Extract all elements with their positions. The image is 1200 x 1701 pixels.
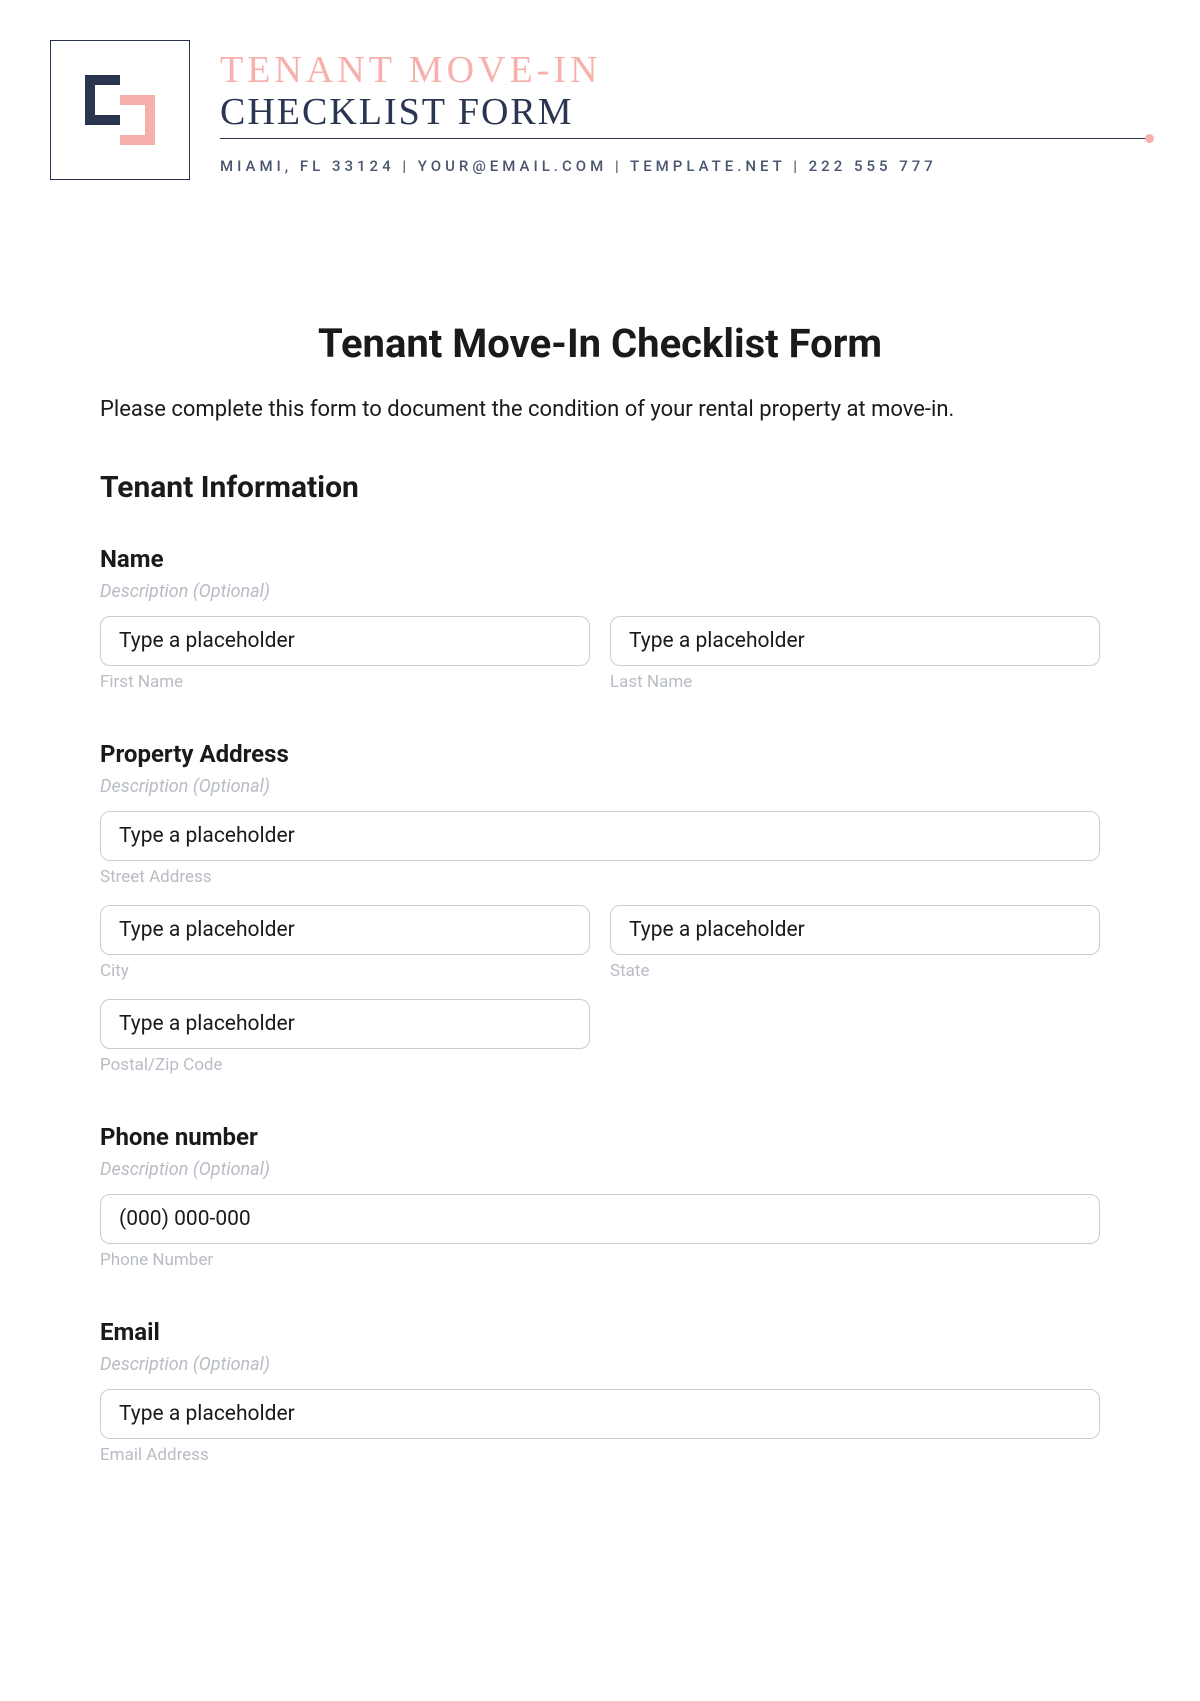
field-property-address: Property Address Description (Optional) …	[100, 740, 1100, 1075]
city-sublabel: City	[100, 961, 590, 981]
address-description: Description (Optional)	[100, 776, 1100, 797]
phone-label: Phone number	[100, 1123, 1100, 1151]
name-description: Description (Optional)	[100, 581, 1100, 602]
form-intro: Please complete this form to document th…	[100, 397, 1100, 422]
postal-code-sublabel: Postal/Zip Code	[100, 1055, 590, 1075]
section-tenant-info-title: Tenant Information	[100, 470, 1100, 505]
email-input[interactable]	[100, 1389, 1100, 1439]
last-name-sublabel: Last Name	[610, 672, 1100, 692]
phone-description: Description (Optional)	[100, 1159, 1100, 1180]
city-input[interactable]	[100, 905, 590, 955]
street-address-input[interactable]	[100, 811, 1100, 861]
header-title-line2: CHECKLIST FORM	[220, 90, 1150, 134]
phone-input[interactable]	[100, 1194, 1100, 1244]
header-contact-line: MIAMI, FL 33124 | YOUR@EMAIL.COM | TEMPL…	[220, 157, 1150, 175]
field-name: Name Description (Optional) First Name L…	[100, 545, 1100, 692]
phone-sublabel: Phone Number	[100, 1250, 1100, 1270]
document-header: TENANT MOVE-IN CHECKLIST FORM MIAMI, FL …	[0, 0, 1200, 200]
email-description: Description (Optional)	[100, 1354, 1100, 1375]
logo-bracket-dark	[85, 75, 120, 125]
name-label: Name	[100, 545, 1100, 573]
header-text-block: TENANT MOVE-IN CHECKLIST FORM MIAMI, FL …	[220, 40, 1150, 175]
first-name-sublabel: First Name	[100, 672, 590, 692]
form-title: Tenant Move-In Checklist Form	[100, 320, 1100, 367]
address-label: Property Address	[100, 740, 1100, 768]
first-name-input[interactable]	[100, 616, 590, 666]
header-divider	[220, 138, 1150, 139]
last-name-input[interactable]	[610, 616, 1100, 666]
street-address-sublabel: Street Address	[100, 867, 1100, 887]
field-email: Email Description (Optional) Email Addre…	[100, 1318, 1100, 1465]
field-phone: Phone number Description (Optional) Phon…	[100, 1123, 1100, 1270]
state-input[interactable]	[610, 905, 1100, 955]
email-sublabel: Email Address	[100, 1445, 1100, 1465]
state-sublabel: State	[610, 961, 1100, 981]
logo-bracket-pink	[120, 95, 155, 145]
logo	[50, 40, 190, 180]
header-title-line1: TENANT MOVE-IN	[220, 48, 1150, 92]
form-body: Tenant Move-In Checklist Form Please com…	[0, 200, 1200, 1465]
email-label: Email	[100, 1318, 1100, 1346]
postal-code-input[interactable]	[100, 999, 590, 1049]
